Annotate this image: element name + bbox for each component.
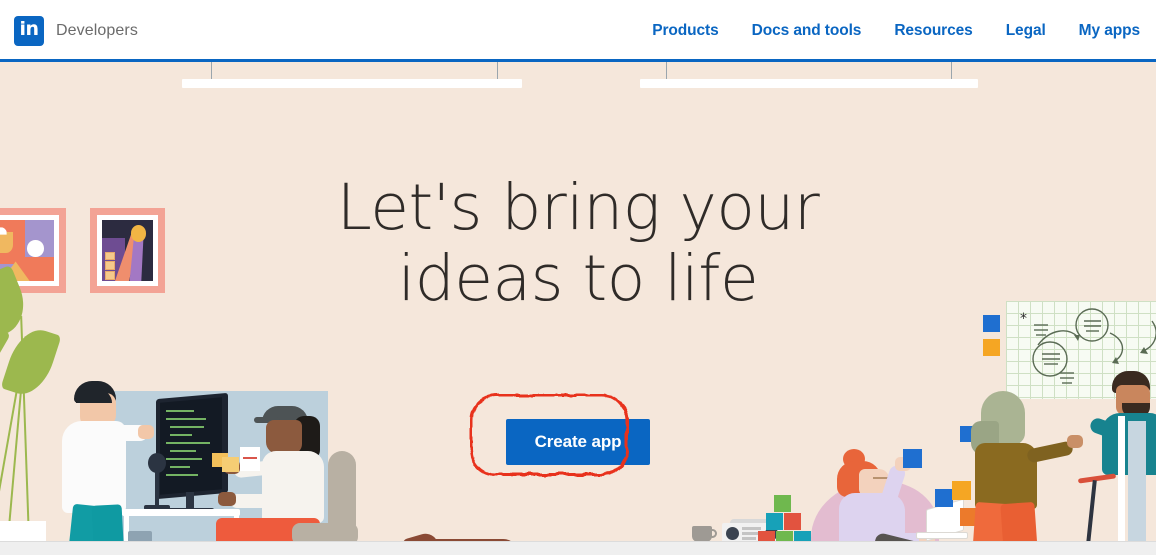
sleeping-dog: [401, 530, 526, 541]
site-header: in Developers Products Docs and tools Re…: [0, 0, 1156, 61]
nav-item-docs-and-tools[interactable]: Docs and tools: [752, 22, 862, 40]
nav-item-resources[interactable]: Resources: [894, 22, 972, 40]
light-wire: [211, 61, 212, 79]
light-wire: [951, 61, 952, 79]
page-bottom-strip: [0, 541, 1156, 555]
computer-tower: [128, 531, 152, 541]
toy-block: [758, 531, 775, 541]
toy-block: [766, 513, 783, 530]
cta-container: Create app: [0, 394, 1156, 476]
hanging-light-left: [182, 79, 522, 88]
headline-line-1: Let's bring your: [336, 171, 820, 244]
brand-name-label: Developers: [56, 21, 138, 39]
toy-block: [794, 531, 811, 541]
brand-lockup[interactable]: in Developers: [14, 15, 138, 46]
toy-block: [776, 531, 793, 541]
nav-item-legal[interactable]: Legal: [1006, 22, 1046, 40]
wall-art-night-scene: [90, 208, 165, 293]
nav-item-products[interactable]: Products: [652, 22, 718, 40]
create-app-button[interactable]: Create app: [505, 419, 651, 465]
main-navigation: Products Docs and tools Resources Legal …: [652, 22, 1140, 40]
toy-block: [784, 513, 801, 530]
hanging-light-right: [640, 79, 978, 88]
svg-text:*: *: [1020, 311, 1027, 327]
floating-sticky-note-blue: [983, 315, 1000, 332]
cta-anchor: Create app: [469, 394, 651, 476]
floating-sticky-note-orange: [983, 339, 1000, 356]
floating-sticky-note-orange: [952, 481, 971, 500]
nav-item-my-apps[interactable]: My apps: [1079, 22, 1140, 40]
coffee-cup: [692, 526, 717, 541]
toy-block: [774, 495, 791, 512]
hero-illustration: * Let's bring your ideas to life Create …: [0, 61, 1156, 541]
light-wire: [497, 61, 498, 79]
desk-surface: [122, 509, 240, 516]
headline-line-2: ideas to life: [397, 241, 759, 315]
floating-sticky-note-blue: [935, 489, 953, 507]
light-wire: [666, 61, 667, 79]
linkedin-logo-icon[interactable]: in: [14, 15, 44, 46]
person-standing-right: [970, 391, 1083, 541]
hero-headline: Let's bring your ideas to life: [0, 171, 1156, 315]
page-root: in Developers Products Docs and tools Re…: [0, 0, 1156, 555]
header-accent-rule: [0, 59, 1156, 62]
